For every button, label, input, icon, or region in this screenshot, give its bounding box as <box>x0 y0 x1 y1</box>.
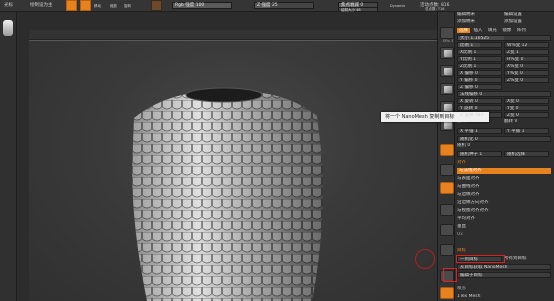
tab-select[interactable]: 选择 <box>457 28 470 33</box>
local-icon <box>444 86 452 93</box>
tab-array[interactable]: 阵列 <box>515 28 528 33</box>
z-variation-slider[interactable]: Z变 1 <box>504 49 549 55</box>
floor-icon <box>444 68 452 75</box>
edit-nano-button[interactable]: 编辑纳米 <box>457 12 502 18</box>
brush-icon[interactable] <box>3 20 13 36</box>
random-select-button[interactable]: 随机选择 <box>504 151 549 157</box>
h-variation-slider[interactable]: H%变 0 <box>504 56 549 62</box>
z-offset-slider[interactable]: Z 偏移 0 <box>457 84 502 90</box>
x-rotate-slider[interactable]: X 旋转 0 <box>457 98 502 104</box>
polyf-button[interactable] <box>440 144 454 156</box>
cursor-label: 光标 <box>4 3 13 8</box>
right-view-toolbar: SPix 3 <box>437 12 455 301</box>
get-nanomesh-from-target-button[interactable]: 从目标获取 NanoMesh <box>457 264 551 270</box>
dynamic-toggle[interactable]: Dynamic <box>390 1 405 11</box>
move-button[interactable] <box>440 164 454 176</box>
tab-insert[interactable]: 插入 <box>471 28 484 33</box>
align-edge-option[interactable]: 与边缘对齐 <box>457 192 551 198</box>
align-view-option[interactable]: 与视图对齐对齐 <box>457 208 551 214</box>
add-nano-button[interactable]: 添加纳米 <box>457 19 502 25</box>
w-variation-slider[interactable]: W%变 12 <box>504 42 549 48</box>
tex-mesh-label: 1Tex Mesh <box>457 294 481 299</box>
vertical-option[interactable]: 垂直 <box>457 224 551 230</box>
edit-settings-button[interactable]: 编辑设置 <box>504 12 549 18</box>
add-settings-button[interactable]: 添加设置 <box>504 19 549 25</box>
rotate-mode-button[interactable]: 旋转 <box>124 1 131 11</box>
mrgb-button[interactable] <box>151 0 162 11</box>
draw-sub-label: 绘制设为主 <box>30 3 53 8</box>
align-normal-option[interactable]: 与法线对齐 <box>457 168 551 174</box>
align-section-label: 对齐 <box>457 160 466 165</box>
size-slider[interactable]: 大小 1.10525 <box>457 35 551 41</box>
top-toolbar: 光标 绘制设为主 移动 缩放 旋转 Rgb 强度 100 Z 强度 25 焦点衰… <box>0 0 554 12</box>
perspective-button[interactable] <box>440 47 454 59</box>
y-tile-slider[interactable]: Y 平铺 1 <box>504 128 549 134</box>
x-tile-slider[interactable]: X 平铺 1 <box>457 128 502 134</box>
rgb-intensity-slider[interactable]: Rgb 强度 100 <box>172 2 232 9</box>
ghost-button[interactable] <box>440 244 454 256</box>
flip-v-toggle[interactable]: 翻转 V <box>504 119 549 125</box>
spix-button[interactable]: SPix 3 <box>440 27 454 43</box>
y-scale-slider[interactable]: Y比例 1 <box>457 56 502 62</box>
floor-button[interactable] <box>440 65 454 77</box>
x-scale-slider[interactable]: X比例 1 <box>457 49 502 55</box>
random-seed-slider[interactable]: 随机种子 1 <box>457 151 502 157</box>
scale-slider[interactable]: 比例 1 <box>457 42 502 48</box>
canvas-header-bar <box>29 30 437 40</box>
rotate-button[interactable] <box>440 204 454 216</box>
local-button[interactable] <box>440 83 454 95</box>
canvas-area <box>17 12 437 301</box>
z-intensity-slider[interactable]: Z 强度 25 <box>254 2 314 9</box>
all-to-target-button[interactable]: 所有到目标 <box>504 256 549 262</box>
edit-subtarget-button[interactable]: 编辑子目标 <box>457 272 551 278</box>
z-rot-variation-slider[interactable]: Z变 0 <box>504 112 549 118</box>
ux-option[interactable]: Ux <box>457 232 551 238</box>
tab-fill[interactable]: 填充 <box>486 28 499 33</box>
highlight-copy-button-box <box>456 255 505 263</box>
highlight-toolbar-box <box>443 268 457 282</box>
target-section-label: 目标 <box>457 248 466 253</box>
move-mode-button[interactable]: 移动 <box>94 1 101 11</box>
x-variation-slider[interactable]: X%变 0 <box>504 63 549 69</box>
z-pct-variation-slider[interactable]: Z%变 0 <box>504 77 549 83</box>
frame-icon <box>444 122 452 129</box>
perspective-icon <box>444 50 452 57</box>
axis-icon <box>444 104 452 111</box>
y-variation-slider[interactable]: Y%变 0 <box>504 70 549 76</box>
scale-armor-mesh[interactable] <box>112 78 342 301</box>
edit-mode-button[interactable] <box>66 0 77 11</box>
x-offset-slider[interactable]: X 偏移 0 <box>457 70 502 76</box>
align-curve-option[interactable]: 与曲线对齐 <box>457 184 551 190</box>
random-label: 随机 0 <box>457 143 471 148</box>
y-rotate-slider[interactable]: Y 旋转 0 <box>457 105 502 111</box>
normal-offset-slider[interactable]: 法线偏移 0 <box>457 91 551 97</box>
scale-mode-button[interactable]: 缩放 <box>110 1 117 11</box>
transp-button[interactable] <box>440 182 454 194</box>
nanomesh-button[interactable] <box>440 287 454 299</box>
tab-row: 选择 插入 填充 镜像 阵列 <box>457 28 551 34</box>
randomize-slider[interactable]: 随机化 0 <box>457 136 551 142</box>
overlay-label: 覆盖 <box>457 286 466 291</box>
tab-mirror[interactable]: 镜像 <box>500 28 513 33</box>
align-surface-option[interactable]: 与表面对齐 <box>457 176 551 182</box>
highlight-cursor-circle <box>415 249 435 269</box>
y-rot-variation-slider[interactable]: Y变 0 <box>504 105 549 111</box>
left-tool-strip <box>0 12 17 301</box>
solo-button[interactable] <box>440 224 454 236</box>
y-offset-slider[interactable]: Y 偏移 0 <box>457 77 502 83</box>
align-average-option[interactable]: 平均对齐 <box>457 216 551 222</box>
draw-mode-button[interactable] <box>80 0 91 11</box>
x-rot-variation-slider[interactable]: X变 0 <box>504 98 549 104</box>
align-edge-dir-option[interactable]: 沿边缘方向对齐 <box>457 200 551 206</box>
z-scale-slider[interactable]: Z比例 1 <box>457 63 502 69</box>
